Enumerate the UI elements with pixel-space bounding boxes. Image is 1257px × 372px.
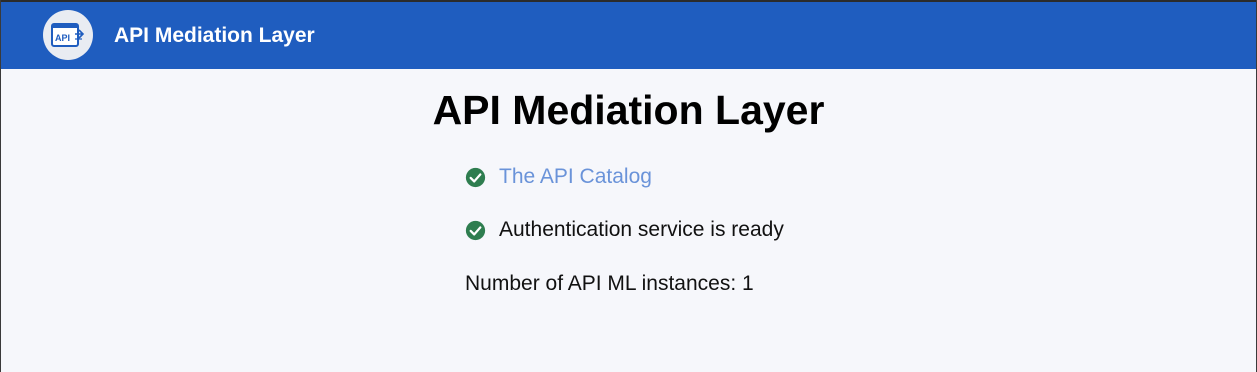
page-title: API Mediation Layer — [432, 87, 825, 133]
logo-text: API — [55, 33, 70, 43]
api-catalog-link[interactable]: The API Catalog — [499, 165, 652, 189]
status-item-authentication: Authentication service is ready — [465, 215, 784, 245]
api-ml-logo[interactable]: API — [43, 10, 93, 60]
status-item-api-catalog: The API Catalog — [465, 162, 784, 192]
authentication-status-text: Authentication service is ready — [499, 218, 784, 241]
instances-count: Number of API ML instances: 1 — [465, 272, 754, 295]
status-list: The API Catalog Authentication service i… — [465, 162, 784, 268]
api-logo-icon: API — [51, 23, 85, 47]
header-title: API Mediation Layer — [114, 24, 315, 47]
check-circle-icon — [465, 167, 486, 187]
app-header: API API Mediation Layer — [1, 2, 1256, 69]
check-circle-icon — [465, 220, 486, 240]
